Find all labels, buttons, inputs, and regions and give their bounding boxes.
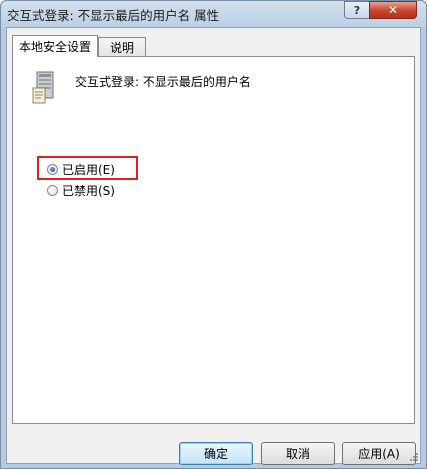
radio-selected-icon[interactable] [47,164,58,175]
radio-disabled-label[interactable]: 已禁用(S) [62,182,115,199]
tab-explain[interactable]: 说明 [98,37,146,57]
tab-label: 说明 [109,41,134,55]
radio-enabled[interactable]: 已启用(E) [47,161,115,178]
title-bar[interactable]: 交互式登录: 不显示最后的用户名 属性 ? ✕ [1,1,426,27]
tab-label: 本地安全设置 [18,40,91,54]
radio-enabled-label[interactable]: 已启用(E) [62,161,115,178]
help-button[interactable]: ? [344,1,370,19]
help-icon: ? [353,3,361,17]
server-icon [32,71,54,104]
apply-button[interactable]: 应用(A) [342,442,416,465]
resize-grip-icon[interactable] [409,452,419,462]
radio-disabled[interactable]: 已禁用(S) [47,182,115,199]
tab-panel: 交互式登录: 不显示最后的用户名 已启用(E) 已禁用(S) [12,56,415,424]
ok-button[interactable]: 确定 [179,442,253,465]
close-icon: ✕ [387,3,399,17]
properties-dialog: 交互式登录: 不显示最后的用户名 属性 ? ✕ 本地安全设置 说明 交互式登录:… [0,0,427,469]
cancel-button[interactable]: 取消 [261,442,335,465]
tab-local-security-setting[interactable]: 本地安全设置 [12,35,98,57]
policy-name: 交互式登录: 不显示最后的用户名 [75,75,251,89]
radio-unselected-icon[interactable] [47,185,58,196]
dialog-client-area: 本地安全设置 说明 交互式登录: 不显示最后的用户名 已启用(E) 已禁用(S)… [6,27,421,465]
close-button[interactable]: ✕ [369,1,417,19]
window-title: 交互式登录: 不显示最后的用户名 属性 [7,8,220,23]
